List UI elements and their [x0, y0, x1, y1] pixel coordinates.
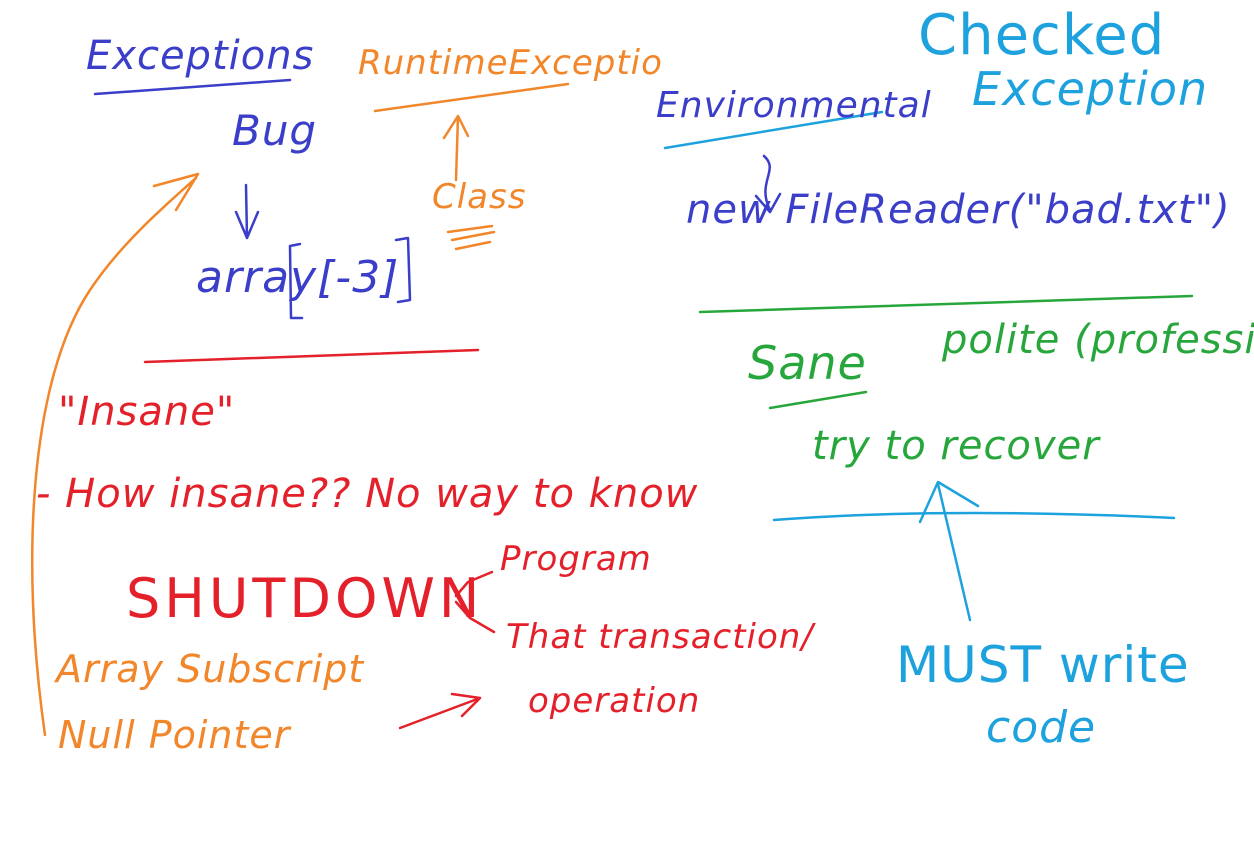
environmental-label: Environmental: [656, 85, 932, 126]
right-divider: [698, 294, 1194, 314]
recover-line: [772, 511, 1176, 522]
class-triple-underline: [446, 224, 496, 251]
filereader-example: new FileReader("bad.txt"): [686, 187, 1231, 233]
runtime-underline: [373, 82, 570, 113]
array-subscript-label: Array Subscript: [56, 647, 365, 691]
runtime-exception-label: RuntimeExceptio: [358, 43, 663, 83]
must-write-up-arrow: [918, 480, 980, 622]
bug-label: Bug: [232, 106, 318, 155]
bug-down-arrow: [234, 183, 260, 240]
left-divider: [143, 348, 480, 364]
class-label: Class: [432, 177, 527, 217]
operation-option: operation: [528, 681, 701, 721]
checked-label: Checked: [918, 3, 1166, 68]
exceptions-underline: [93, 78, 292, 96]
program-option: Program: [500, 539, 652, 579]
null-pointer-label: Null Pointer: [58, 713, 291, 757]
null-pointer-arrow: [398, 692, 482, 730]
exceptions-heading: Exceptions: [86, 33, 315, 79]
sane-label: Sane: [748, 336, 867, 390]
class-up-arrow: [442, 114, 470, 182]
must-write-label: MUST write: [896, 636, 1190, 694]
how-insane-text: - How insane?? No way to know: [36, 471, 699, 517]
whiteboard-canvas: Exceptions Bug array[-3] RuntimeExceptio…: [0, 0, 1254, 841]
checked-exception-label: Exception: [972, 62, 1209, 116]
insane-quote: "Insane": [58, 389, 236, 435]
shutdown-label: SHUTDOWN: [126, 567, 484, 630]
try-recover-label: try to recover: [812, 423, 1100, 469]
array-example: array[-3]: [196, 252, 400, 303]
code-label: code: [986, 702, 1097, 753]
transaction-option: That transaction/: [506, 617, 814, 657]
sane-underline: [768, 390, 868, 410]
polite-label: polite (professional): [942, 317, 1254, 363]
